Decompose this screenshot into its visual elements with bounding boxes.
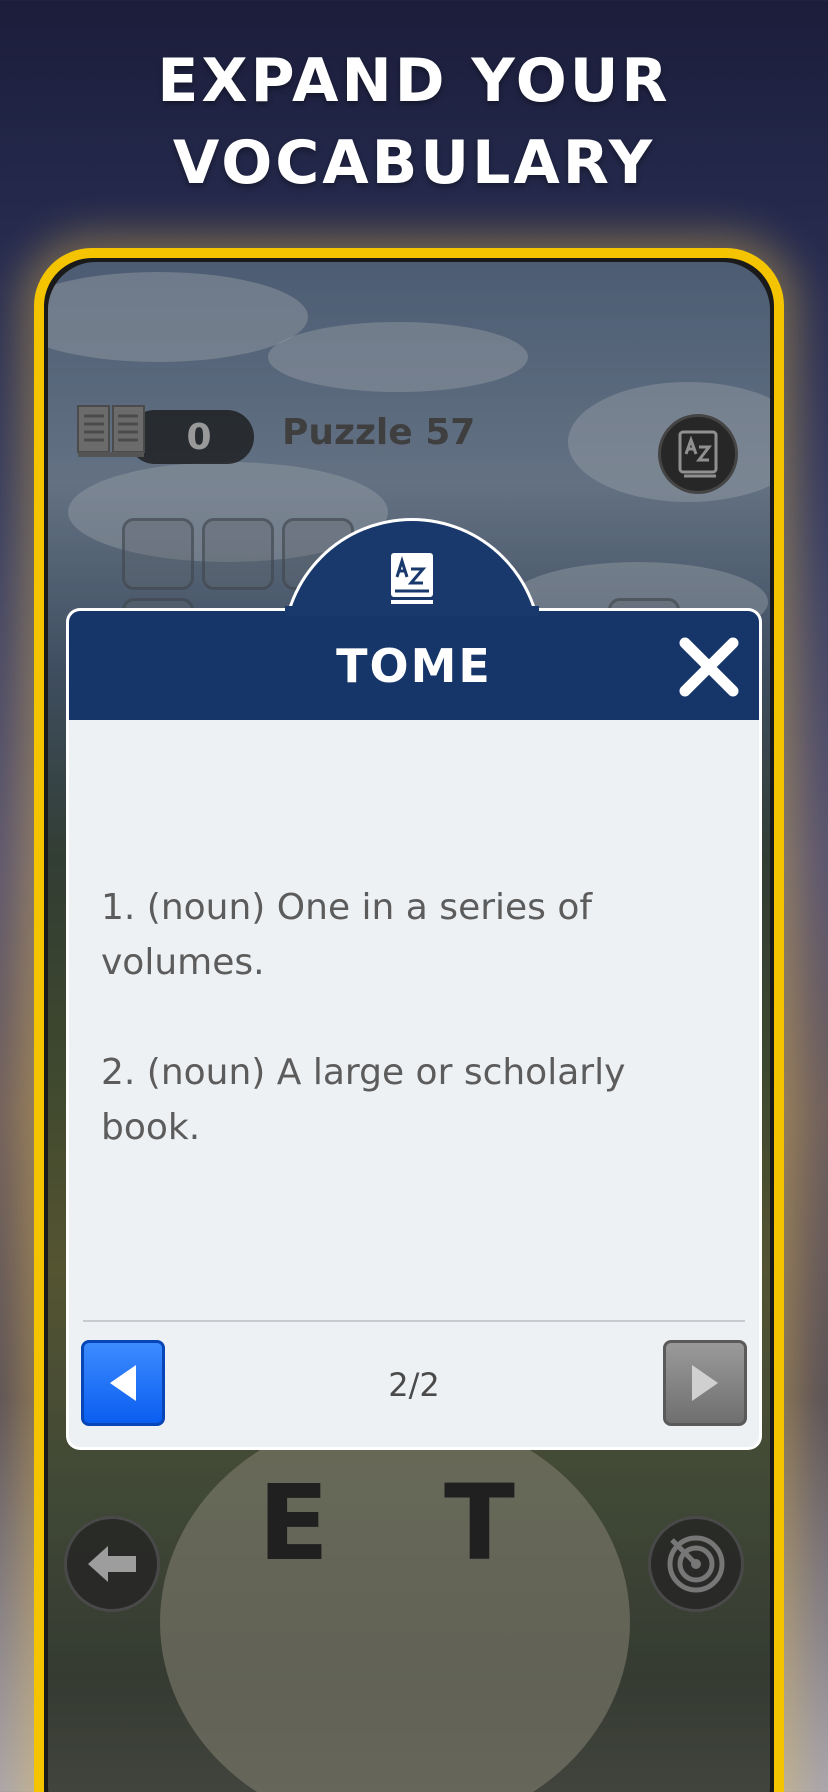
dialog-tab-join — [285, 606, 539, 616]
definition-dialog: TOME 1. (noun) One in a series of volume… — [66, 518, 762, 1450]
triangle-right-icon — [692, 1365, 718, 1401]
definition-item: 2. (noun) A large or scholarly book. — [101, 1052, 626, 1148]
dialog-divider — [83, 1320, 745, 1322]
dictionary-az-icon — [391, 553, 433, 604]
next-definition-button[interactable] — [663, 1340, 747, 1426]
promo-headline: EXPAND YOUR VOCABULARY — [0, 40, 828, 204]
dialog-body: 1. (noun) One in a series of volumes. 2.… — [66, 720, 762, 1450]
close-button[interactable] — [673, 631, 745, 703]
definition-item: 1. (noun) One in a series of volumes. — [101, 887, 593, 983]
promo-headline-line1: EXPAND YOUR — [157, 46, 671, 116]
page-indicator: 2/2 — [388, 1366, 440, 1404]
definitions-list: 1. (noun) One in a series of volumes. 2.… — [101, 880, 721, 1210]
dialog-header: TOME — [66, 608, 762, 720]
dialog-word-title: TOME — [336, 638, 492, 693]
close-icon — [679, 637, 739, 697]
promo-headline-line2: VOCABULARY — [172, 128, 656, 198]
